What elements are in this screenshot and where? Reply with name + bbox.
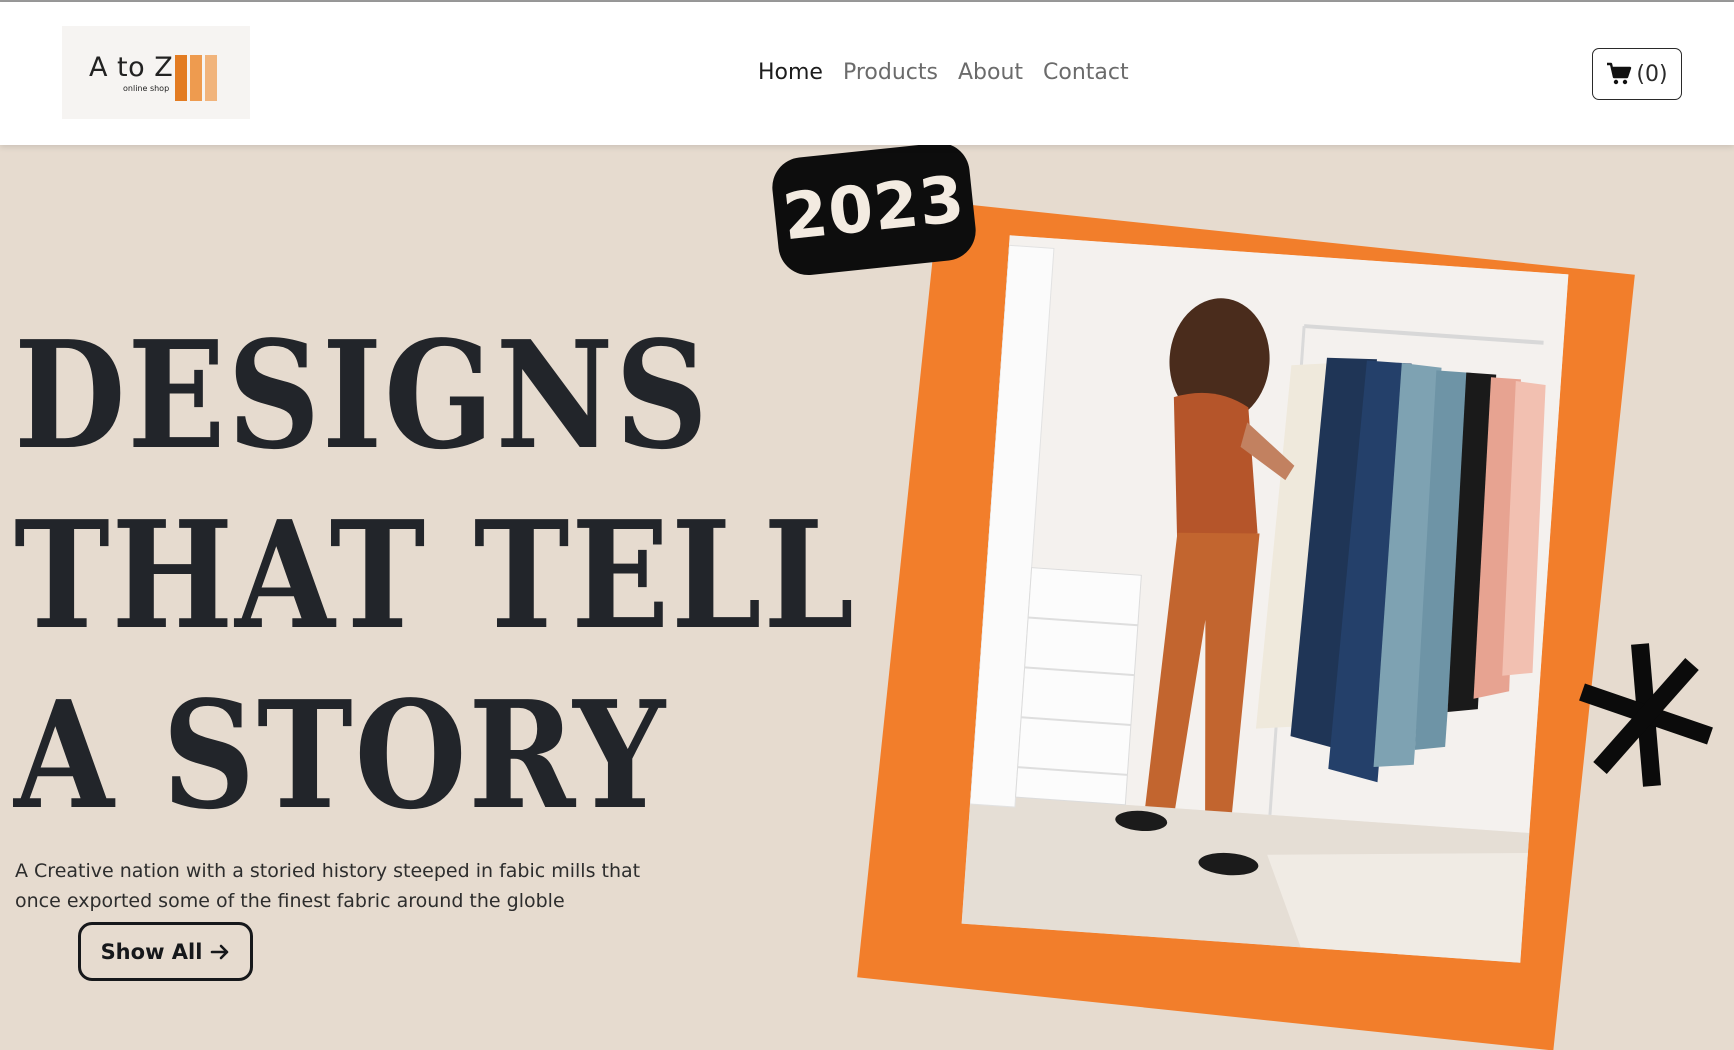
show-all-button[interactable]: Show All — [78, 922, 253, 981]
nav-item-products[interactable]: Products — [843, 58, 938, 88]
nav-item-contact[interactable]: Contact — [1043, 58, 1129, 88]
hero-photo — [961, 235, 1569, 963]
logo-text: A to Z — [89, 52, 174, 83]
logo[interactable]: A to Z online shop — [62, 26, 250, 119]
hero-title-line-3: A STORY — [14, 668, 667, 842]
show-all-label: Show All — [100, 939, 203, 964]
logo-subtitle: online shop — [123, 84, 170, 93]
hero-title: DESIGNS THAT TELL A STORY — [14, 305, 981, 845]
nav-item-home[interactable]: Home — [758, 58, 823, 88]
arrow-right-icon — [211, 944, 229, 959]
hero-description: A Creative nation with a storied history… — [15, 860, 641, 912]
year-badge: 2023 — [769, 139, 979, 279]
asterisk-icon — [1579, 643, 1713, 787]
cart-button[interactable]: (0) — [1592, 48, 1682, 100]
shopping-cart-icon — [1607, 62, 1632, 85]
nav-item-about[interactable]: About — [958, 58, 1023, 88]
logo-bars-icon — [175, 55, 217, 101]
hero-title-line-2: THAT TELL — [14, 488, 856, 662]
hero-title-line-1: DESIGNS — [14, 308, 710, 482]
cart-count: (0) — [1636, 61, 1668, 87]
navbar: A to Z online shop Home Products About C… — [0, 2, 1734, 145]
woman-browsing-clothing-rack-image — [961, 235, 1569, 963]
main-nav: Home Products About Contact — [758, 58, 1129, 88]
